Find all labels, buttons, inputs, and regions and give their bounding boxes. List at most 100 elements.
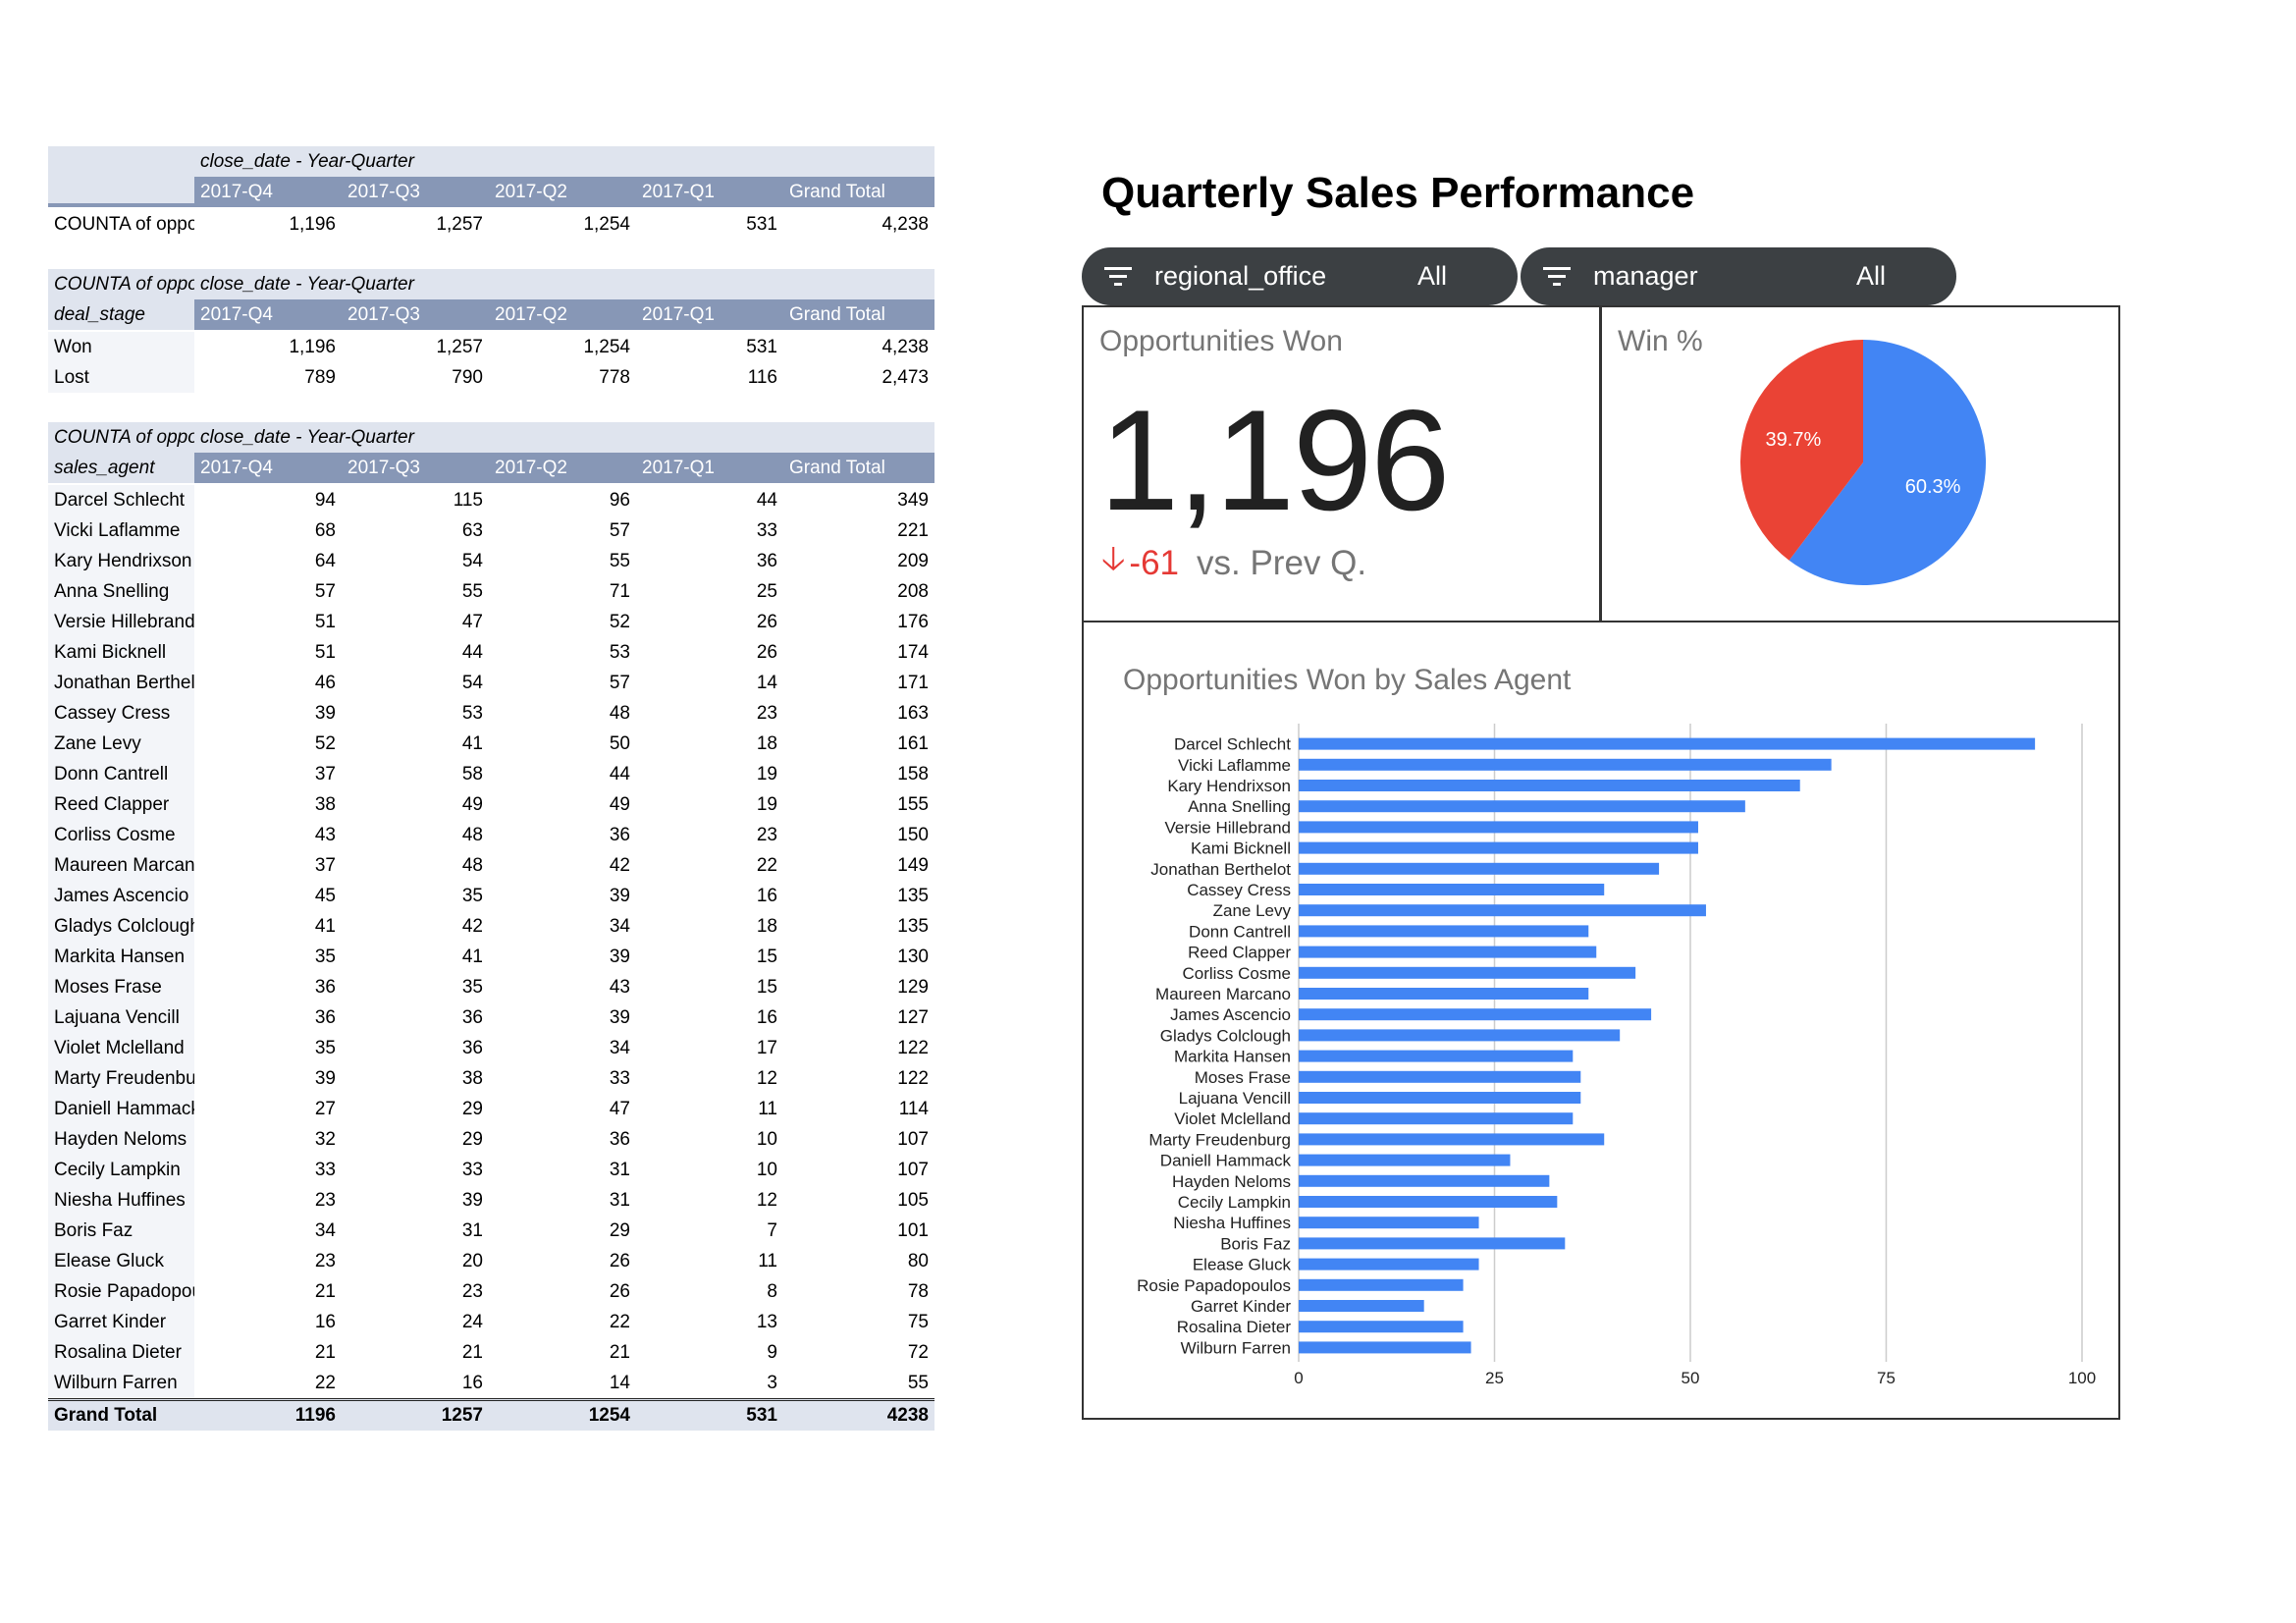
- bar[interactable]: [1299, 758, 1832, 771]
- bar[interactable]: [1299, 1112, 1574, 1125]
- row-label: Vicki Laflamme: [48, 515, 194, 546]
- cell-value: 34: [609, 915, 630, 937]
- cell-value: 33: [314, 1159, 336, 1180]
- bar[interactable]: [1299, 1070, 1581, 1083]
- cell-value: 71: [609, 580, 630, 602]
- pivot2-axis-header: COUNTA of opportunity_id close_date - Ye…: [48, 269, 934, 299]
- filter-regional-office[interactable]: regional_office All: [1082, 247, 1518, 305]
- column-header[interactable]: 2017-Q1: [636, 177, 783, 207]
- bar[interactable]: [1299, 862, 1660, 875]
- win-pie-chart[interactable]: 60.3% 39.7%: [1602, 307, 2118, 621]
- scorecard-opportunities-won[interactable]: Opportunities Won 1,196 🡣 -61 vs. Prev Q…: [1082, 305, 1601, 622]
- filter-name: manager: [1593, 261, 1698, 291]
- column-header[interactable]: Grand Total: [783, 453, 934, 483]
- filter-manager[interactable]: manager All: [1521, 247, 1956, 305]
- cell-value: 1,196: [289, 213, 336, 235]
- row-label: Lost: [48, 362, 194, 393]
- cell-value: 53: [609, 641, 630, 663]
- cell-value: 15: [756, 976, 777, 998]
- cell-value: 52: [314, 732, 336, 754]
- bar[interactable]: [1299, 925, 1589, 938]
- bar[interactable]: [1299, 1174, 1550, 1187]
- pivot1-axis-header: close_date - Year-Quarter: [48, 146, 934, 177]
- cell-value: 64: [314, 550, 336, 571]
- cell-value: 52: [609, 611, 630, 632]
- column-header[interactable]: Grand Total: [783, 299, 934, 330]
- cell-value: 7: [767, 1219, 777, 1241]
- bar[interactable]: [1299, 737, 2036, 750]
- column-header[interactable]: 2017-Q3: [342, 177, 489, 207]
- bar[interactable]: [1299, 1237, 1566, 1250]
- bar-chart-by-agent[interactable]: 0 25 50 75 100 Darcel Schlecht Vicki Laflamme K…: [1084, 622, 2118, 1418]
- x-tick-label: 100: [2068, 1369, 2096, 1387]
- bar[interactable]: [1299, 966, 1636, 979]
- column-header[interactable]: 2017-Q3: [342, 299, 489, 330]
- bar[interactable]: [1299, 1154, 1511, 1166]
- filter-value: All: [1855, 261, 1886, 291]
- column-header[interactable]: 2017-Q3: [342, 453, 489, 483]
- y-category-label: Hayden Neloms: [1172, 1172, 1291, 1191]
- cell-value: 531: [746, 336, 777, 357]
- bar[interactable]: [1299, 904, 1706, 917]
- bar[interactable]: [1299, 841, 1698, 854]
- bar[interactable]: [1299, 1196, 1558, 1208]
- y-category-label: Versie Hillebrand: [1164, 818, 1291, 837]
- cell-value: 29: [461, 1128, 483, 1150]
- bar[interactable]: [1299, 1278, 1464, 1291]
- bar[interactable]: [1299, 1217, 1479, 1229]
- bar[interactable]: [1299, 1300, 1424, 1312]
- cell-value: 18: [756, 915, 777, 937]
- cell-value: 48: [461, 854, 483, 876]
- bar[interactable]: [1299, 1050, 1574, 1062]
- bar[interactable]: [1299, 988, 1589, 1000]
- cell-value: 29: [461, 1098, 483, 1119]
- column-header[interactable]: 2017-Q1: [636, 299, 783, 330]
- row-label: Garret Kinder: [48, 1307, 194, 1337]
- cell-value: 1254: [588, 1405, 630, 1426]
- bar[interactable]: [1299, 884, 1605, 895]
- cell-value: 36: [314, 1006, 336, 1028]
- filter-icon: [1542, 265, 1572, 289]
- cell-value: 14: [609, 1372, 630, 1393]
- column-header[interactable]: 2017-Q4: [194, 299, 342, 330]
- filter-icon: [1103, 265, 1133, 289]
- grand-total-label: Grand Total: [54, 1405, 158, 1426]
- table-row: Darcel Schlecht 94 115 96 44 349: [48, 485, 934, 515]
- cell-value: 171: [897, 672, 929, 693]
- cell-value: 21: [314, 1341, 336, 1363]
- bar[interactable]: [1299, 1029, 1621, 1042]
- bar[interactable]: [1299, 800, 1745, 813]
- bar[interactable]: [1299, 1258, 1479, 1271]
- column-header[interactable]: Grand Total: [783, 177, 934, 207]
- column-header[interactable]: 2017-Q4: [194, 453, 342, 483]
- column-header[interactable]: 2017-Q2: [489, 177, 636, 207]
- x-tick-label: 25: [1485, 1369, 1504, 1387]
- table-row: Cecily Lampkin 33 33 31 10 107: [48, 1155, 934, 1185]
- row-label: Elease Gluck: [48, 1246, 194, 1276]
- bar[interactable]: [1299, 821, 1698, 834]
- cell-value: 26: [609, 1250, 630, 1271]
- cell-value: 13: [756, 1311, 777, 1332]
- y-category-label: Markita Hansen: [1174, 1048, 1291, 1066]
- cell-value: 21: [609, 1341, 630, 1363]
- bar[interactable]: [1299, 780, 1800, 791]
- cell-value: 3: [767, 1372, 777, 1393]
- bar[interactable]: [1299, 946, 1597, 958]
- bar[interactable]: [1299, 1133, 1605, 1146]
- cell-value: 208: [897, 580, 929, 602]
- pivot3-axis-header: COUNTA of opportunity_id close_date - Ye…: [48, 422, 934, 453]
- cell-value: 45: [314, 885, 336, 906]
- pivot1-axis-label: close_date - Year-Quarter: [200, 150, 414, 172]
- bar-chart-card[interactable]: Opportunities Won by Sales Agent 0 25 50 75…: [1082, 621, 2120, 1420]
- win-percent-card[interactable]: Win % 60.3% 39.7%: [1600, 305, 2120, 622]
- bar[interactable]: [1299, 1341, 1471, 1354]
- column-header[interactable]: 2017-Q1: [636, 453, 783, 483]
- bar[interactable]: [1299, 1321, 1464, 1333]
- bar[interactable]: [1299, 1008, 1652, 1021]
- column-header[interactable]: 2017-Q2: [489, 299, 636, 330]
- column-header[interactable]: 2017-Q2: [489, 453, 636, 483]
- y-category-label: James Ascencio: [1170, 1005, 1291, 1024]
- cell-value: 50: [609, 732, 630, 754]
- column-header[interactable]: 2017-Q4: [194, 177, 342, 207]
- bar[interactable]: [1299, 1092, 1581, 1104]
